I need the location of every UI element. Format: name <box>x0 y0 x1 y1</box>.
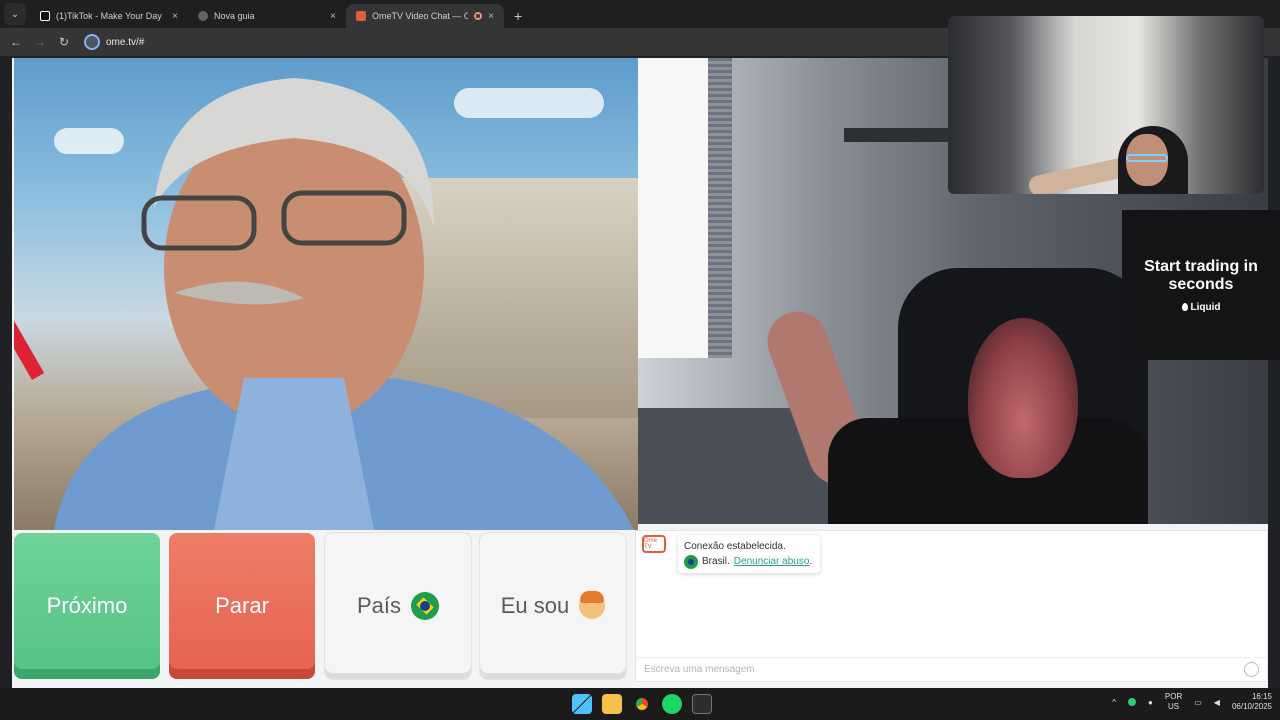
man-portrait <box>54 78 634 530</box>
network-icon[interactable]: ▭ <box>1194 698 1202 707</box>
system-tray: ^ ● POR US ▭ ◀ 16:15 06/10/2025 <box>1112 692 1272 712</box>
microphone-icon[interactable]: ● <box>1148 698 1153 707</box>
url-field[interactable]: ome.tv/# <box>84 34 144 50</box>
tab-tiktok[interactable]: (1)TikTok - Make Your Day × <box>30 4 188 28</box>
connection-status: Conexão estabelecida. <box>684 541 786 552</box>
ad-banner[interactable]: Start trading in seconds Liquid <box>1122 210 1280 360</box>
wall-shelf <box>844 128 964 142</box>
country-name: Brasil. <box>702 556 730 567</box>
lang-top: POR <box>1164 692 1183 701</box>
ometv-logo: Ome TV <box>642 535 666 553</box>
boy-emoji-icon <box>579 591 606 619</box>
taskbar: ^ ● POR US ▭ ◀ 16:15 06/10/2025 <box>0 688 1280 720</box>
webcam-overlay <box>948 16 1264 194</box>
stop-label: Parar <box>215 593 269 618</box>
tab-title: Nova guia <box>214 11 255 21</box>
report-suffix: . <box>809 556 813 567</box>
taskbar-apps <box>572 694 712 714</box>
back-button[interactable]: ← <box>4 35 28 49</box>
chat-panel: Ome TV Conexão estabelecida. Brasil. Den… <box>635 530 1268 682</box>
windows-start-icon[interactable] <box>572 694 592 714</box>
new-tab-button[interactable]: + <box>514 8 522 24</box>
system-message: Conexão estabelecida. Brasil. Denunciar … <box>678 535 820 573</box>
window-blinds <box>708 58 732 358</box>
site-info-icon[interactable] <box>84 34 100 50</box>
ad-headline: Start trading in seconds <box>1144 257 1258 293</box>
message-composer <box>636 657 1267 681</box>
tab-title: (1)TikTok - Make Your Day <box>56 11 162 21</box>
country-button[interactable]: País <box>325 533 471 679</box>
message-input[interactable] <box>644 664 1204 675</box>
window <box>638 58 708 358</box>
emoji-icon[interactable] <box>1244 662 1259 677</box>
new-tab-icon <box>198 11 208 21</box>
forward-button[interactable]: → <box>28 35 52 49</box>
close-tab-icon[interactable]: × <box>172 11 178 22</box>
lang-bottom: US <box>1168 702 1180 711</box>
brazil-flag-icon <box>684 554 698 569</box>
ad-brand-name: Liquid <box>1190 301 1221 313</box>
tiktok-icon <box>40 11 50 21</box>
tray-chevron-icon[interactable]: ^ <box>1112 698 1116 707</box>
tab-search-button[interactable]: ⌄ <box>4 3 26 25</box>
chrome-icon[interactable] <box>632 694 652 714</box>
language-indicator[interactable]: POR US <box>1165 692 1182 712</box>
next-button[interactable]: Próximo <box>14 533 160 679</box>
brazil-flag-icon <box>411 592 440 620</box>
reload-button[interactable]: ↻ <box>52 35 76 49</box>
url-text: ome.tv/# <box>106 36 145 48</box>
volume-icon[interactable]: ◀ <box>1214 698 1220 707</box>
next-label: Próximo <box>46 593 128 618</box>
clock[interactable]: 16:15 06/10/2025 <box>1232 692 1272 712</box>
clock-date: 06/10/2025 <box>1231 702 1272 711</box>
gender-label: Eu sou <box>500 593 570 618</box>
close-tab-icon[interactable]: × <box>488 11 494 22</box>
ad-brand: Liquid <box>1181 301 1221 313</box>
tab-new-tab[interactable]: Nova guia × <box>188 4 346 28</box>
tab-ometv[interactable]: OmeTV Video Chat — Ome × <box>346 4 504 28</box>
status-dot-icon[interactable] <box>1128 698 1137 706</box>
country-label: País <box>356 593 402 618</box>
liquid-drop-icon <box>1181 303 1188 311</box>
spotify-icon[interactable] <box>662 694 682 714</box>
person-head <box>968 318 1078 478</box>
gender-button[interactable]: Eu sou <box>480 533 626 679</box>
clock-time: 16:15 <box>1251 692 1272 701</box>
stranger-video <box>14 58 638 530</box>
epic-games-icon[interactable] <box>692 694 712 714</box>
file-explorer-icon[interactable] <box>602 694 622 714</box>
tab-title: OmeTV Video Chat — Ome <box>372 11 469 21</box>
close-tab-icon[interactable]: × <box>330 11 336 22</box>
country-row: Brasil. Denunciar abuso. <box>684 554 814 569</box>
recording-icon <box>474 12 483 20</box>
ometv-icon <box>356 11 366 21</box>
report-abuse-link[interactable]: Denunciar abuso <box>734 556 810 567</box>
streamer-glasses <box>1126 154 1168 162</box>
stop-button[interactable]: Parar <box>169 533 315 679</box>
